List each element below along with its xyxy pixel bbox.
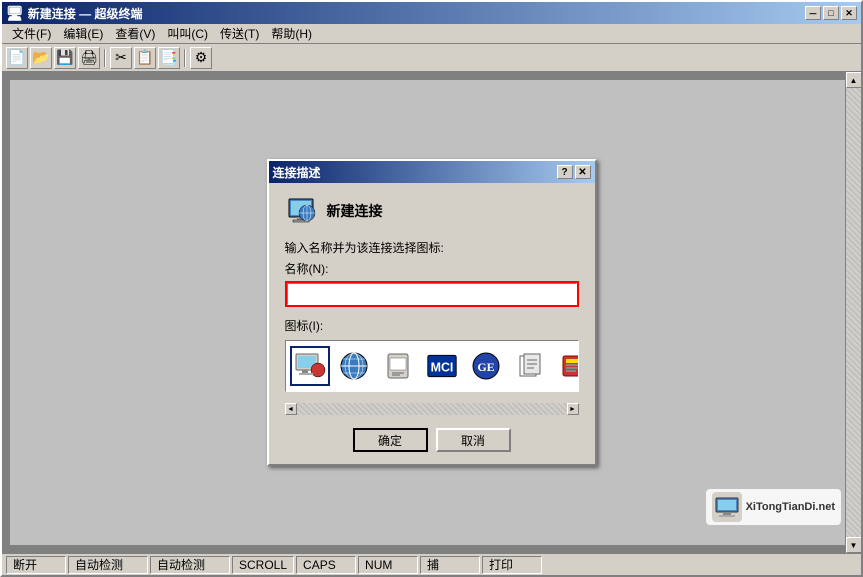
open-icon: 📂 bbox=[32, 49, 49, 66]
print-icon: 🖨 bbox=[80, 49, 98, 66]
dialog-header: 新建连接 bbox=[285, 195, 579, 227]
main-window: 🖥 新建连接 — 超级终端 － □ ✕ 文件(F) 编辑(E) 查看(V) 叫叫… bbox=[0, 0, 863, 577]
toolbar-settings[interactable]: ⚙ bbox=[190, 47, 212, 69]
status-num: NUM bbox=[358, 556, 418, 574]
computer-icon bbox=[285, 195, 317, 227]
minimize-button[interactable]: － bbox=[805, 6, 821, 20]
maximize-button[interactable]: □ bbox=[823, 6, 839, 20]
window-title-icon: 🖥 bbox=[6, 5, 24, 22]
connection-description-dialog: 连接描述 ? ✕ bbox=[267, 159, 597, 466]
toolbar: 📄 📂 💾 🖨 ✂ 📋 📑 ⚙ bbox=[2, 44, 861, 72]
name-input[interactable] bbox=[287, 283, 577, 305]
watermark: XiTongTianDi.net bbox=[706, 489, 841, 525]
dialog-header-icon bbox=[285, 195, 317, 227]
title-bar: 🖥 新建连接 — 超级终端 － □ ✕ bbox=[2, 2, 861, 24]
toolbar-new[interactable]: 📄 bbox=[6, 47, 28, 69]
icon-ge: GE bbox=[470, 350, 502, 382]
icon-scroll-left-btn[interactable]: ◄ bbox=[285, 403, 297, 415]
svg-text:MCI: MCI bbox=[430, 360, 453, 374]
toolbar-separator-2 bbox=[184, 49, 186, 67]
icon-item-0[interactable] bbox=[290, 346, 330, 386]
settings-icon: ⚙ bbox=[195, 49, 208, 66]
toolbar-save[interactable]: 💾 bbox=[54, 47, 76, 69]
vertical-scrollbar[interactable]: ▲ ▼ bbox=[845, 72, 861, 553]
toolbar-separator-1 bbox=[104, 49, 106, 67]
title-bar-buttons: － □ ✕ bbox=[805, 6, 857, 20]
ok-button[interactable]: 确定 bbox=[353, 428, 428, 452]
window-title: 新建连接 — 超级终端 bbox=[28, 5, 143, 22]
menu-edit[interactable]: 编辑(E) bbox=[57, 23, 109, 44]
toolbar-paste[interactable]: 📑 bbox=[158, 47, 180, 69]
icon-mci: MCI bbox=[426, 350, 458, 382]
menu-bar: 文件(F) 编辑(E) 查看(V) 叫叫(C) 传送(T) 帮助(H) bbox=[2, 24, 861, 44]
icon-phone bbox=[382, 350, 414, 382]
status-auto-detect-2: 自动检测 bbox=[150, 556, 230, 574]
status-caps: CAPS bbox=[296, 556, 356, 574]
icon-item-1[interactable] bbox=[334, 346, 374, 386]
status-print: 打印 bbox=[482, 556, 542, 574]
status-scroll: SCROLL bbox=[232, 556, 294, 574]
toolbar-cut[interactable]: ✂ bbox=[110, 47, 132, 69]
work-area: ▲ ▼ 连接描述 ? ✕ bbox=[2, 72, 861, 553]
icon-scroll-right-btn[interactable]: ► bbox=[567, 403, 579, 415]
icon-label: 图标(I): bbox=[285, 317, 579, 334]
menu-view[interactable]: 查看(V) bbox=[109, 23, 161, 44]
dialog-prompt: 输入名称并为该连接选择图标: bbox=[285, 239, 579, 256]
dialog-header-title: 新建连接 bbox=[327, 201, 383, 221]
icon-item-3[interactable]: MCI bbox=[422, 346, 462, 386]
scroll-up-button[interactable]: ▲ bbox=[846, 72, 862, 88]
menu-help[interactable]: 帮助(H) bbox=[265, 23, 318, 44]
dialog-title-buttons: ? ✕ bbox=[557, 165, 591, 179]
dialog-title: 连接描述 bbox=[273, 164, 321, 181]
watermark-icon bbox=[712, 492, 742, 522]
toolbar-open[interactable]: 📂 bbox=[30, 47, 52, 69]
icon-selector: MCI GE bbox=[285, 340, 579, 392]
watermark-text: XiTongTianDi.net bbox=[746, 501, 835, 513]
icon-item-6[interactable] bbox=[554, 346, 579, 386]
cut-icon: ✂ bbox=[115, 49, 127, 66]
dialog-help-button[interactable]: ? bbox=[557, 165, 573, 179]
icon-wrench bbox=[558, 350, 579, 382]
svg-text:GE: GE bbox=[477, 360, 494, 374]
menu-transfer[interactable]: 传送(T) bbox=[214, 23, 265, 44]
icon-scrollbar: ◄ ► bbox=[285, 402, 579, 416]
icon-item-5[interactable] bbox=[510, 346, 550, 386]
paste-icon: 📑 bbox=[160, 49, 177, 66]
icon-globe-computer bbox=[294, 350, 326, 382]
icon-globe bbox=[338, 350, 370, 382]
icon-scrollbar-track[interactable] bbox=[297, 403, 567, 415]
icon-item-2[interactable] bbox=[378, 346, 418, 386]
status-disconnect: 断开 bbox=[6, 556, 66, 574]
status-capture: 捕 bbox=[420, 556, 480, 574]
close-button[interactable]: ✕ bbox=[841, 6, 857, 20]
icon-item-4[interactable]: GE bbox=[466, 346, 506, 386]
status-bar: 断开 自动检测 自动检测 SCROLL CAPS NUM 捕 打印 bbox=[2, 553, 861, 575]
copy-icon: 📋 bbox=[136, 49, 153, 66]
name-input-container bbox=[285, 281, 579, 307]
toolbar-print[interactable]: 🖨 bbox=[78, 47, 100, 69]
toolbar-copy[interactable]: 📋 bbox=[134, 47, 156, 69]
save-icon: 💾 bbox=[56, 49, 73, 66]
status-auto-detect-1: 自动检测 bbox=[68, 556, 148, 574]
menu-call[interactable]: 叫叫(C) bbox=[161, 23, 214, 44]
menu-file[interactable]: 文件(F) bbox=[6, 23, 57, 44]
cancel-button[interactable]: 取消 bbox=[436, 428, 511, 452]
dialog-buttons: 确定 取消 bbox=[285, 428, 579, 452]
icon-document bbox=[514, 350, 546, 382]
scroll-track bbox=[846, 88, 861, 537]
scroll-down-button[interactable]: ▼ bbox=[846, 537, 862, 553]
dialog-title-bar: 连接描述 ? ✕ bbox=[269, 161, 595, 183]
title-bar-text: 🖥 新建连接 — 超级终端 bbox=[6, 5, 142, 22]
dialog-content: 新建连接 输入名称并为该连接选择图标: 名称(N): 图标(I): bbox=[269, 183, 595, 464]
dialog-close-button[interactable]: ✕ bbox=[575, 165, 591, 179]
name-label: 名称(N): bbox=[285, 260, 579, 277]
new-icon: 📄 bbox=[8, 49, 25, 66]
